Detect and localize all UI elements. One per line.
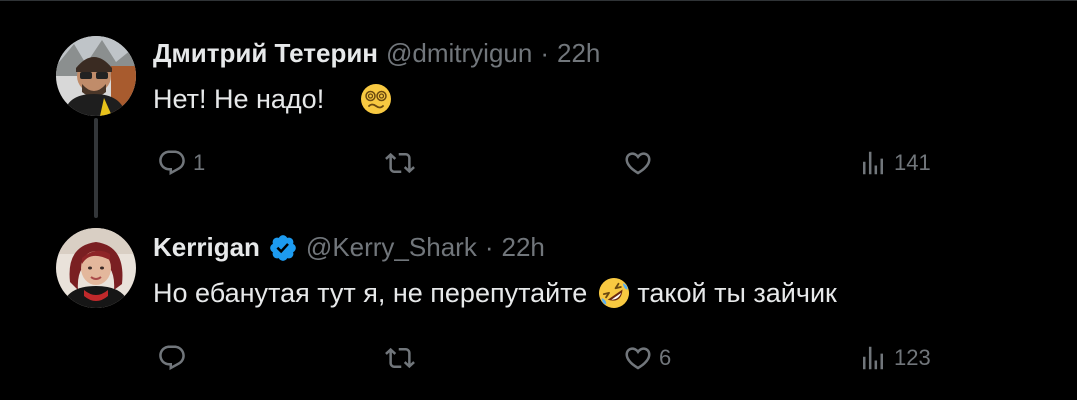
retweet-icon [385,343,415,373]
author-handle[interactable]: @Kerry_Shark [306,232,477,263]
retweet-button[interactable] [385,338,421,378]
tweet-header: Kerrigan @Kerry_Shark · 22h [153,232,545,263]
separator-dot: · [540,38,550,68]
rolling-on-floor-laughing-icon [597,276,631,310]
views-icon [858,148,888,178]
tweet-text: Но ебанутая тут я, не перепутайте такой … [153,276,837,310]
author-name[interactable]: Kerrigan [153,232,260,263]
tweet-1[interactable]: Дмитрий Тетерин @dmitryigun · 22h Нет! Н… [0,0,1077,218]
reply-button[interactable]: 1 [157,143,205,183]
author-name[interactable]: Дмитрий Тетерин [153,38,378,69]
verified-badge-icon[interactable] [268,233,298,263]
reply-button[interactable] [157,338,193,378]
heart-icon [623,148,653,178]
tweet-header: Дмитрий Тетерин @dmitryigun · 22h [153,38,600,69]
tweet-text-part: такой ты зайчик [637,277,837,308]
tweet-text: Нет! Не надо! [153,83,398,115]
like-button[interactable] [623,143,659,183]
views-count: 141 [894,150,931,175]
timestamp[interactable]: 22h [557,38,600,69]
avatar-kerrigan[interactable] [56,228,136,308]
retweet-button[interactable] [385,143,421,183]
tweet-text-part: Нет! Не надо! [153,83,325,114]
views-icon [858,343,888,373]
timestamp[interactable]: 22h [502,232,545,263]
heart-icon [623,343,653,373]
tweet-2[interactable]: Kerrigan @Kerry_Shark · 22h Но ебанутая … [0,218,1077,400]
views-count: 123 [894,345,931,370]
like-count: 6 [659,345,672,370]
separator-dot: · [484,232,494,262]
like-button[interactable]: 6 [623,338,671,378]
author-handle[interactable]: @dmitryigun [386,38,532,69]
views-button[interactable]: 123 [858,338,931,378]
tweet-actions: 6 123 [153,338,953,378]
tweet-text-part: Но ебанутая тут я, не перепутайте [153,277,588,308]
avatar-dmitry[interactable] [56,36,136,116]
retweet-icon [385,148,415,178]
tweet-actions: 1 141 [153,143,953,183]
reply-icon [157,148,187,178]
reply-icon [157,343,187,373]
face-with-spiral-eyes-icon [360,83,392,115]
reply-count: 1 [193,150,206,175]
thread-connector [94,118,98,218]
views-button[interactable]: 141 [858,143,931,183]
